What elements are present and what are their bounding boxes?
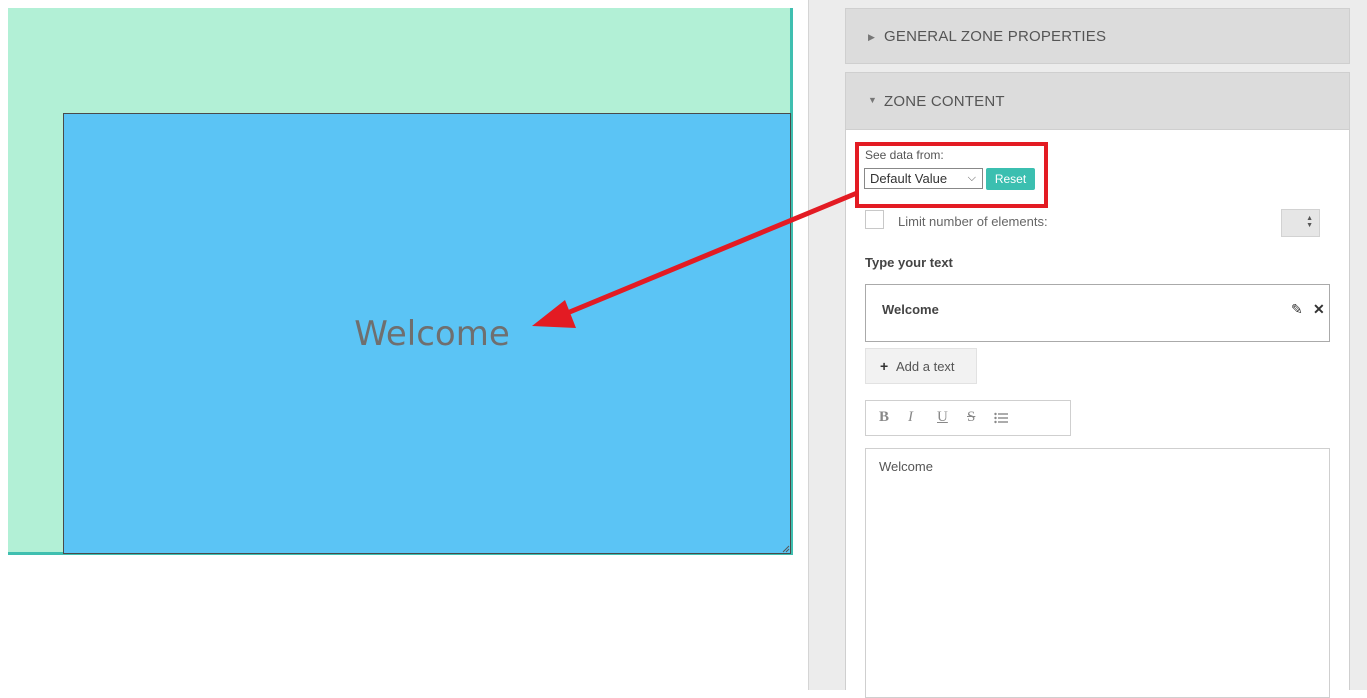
section-zone-content[interactable]: ▼ ZONE CONTENT: [845, 72, 1350, 130]
section-title: ZONE CONTENT: [884, 93, 1005, 110]
stepper-arrows-icon[interactable]: ▲ ▼: [1306, 215, 1313, 229]
canvas-area: Welcome: [0, 0, 795, 690]
annotation-highlight-box: [855, 142, 1048, 208]
text-editor[interactable]: Welcome: [865, 448, 1330, 698]
format-toolbar: B I U S: [865, 400, 1071, 436]
plus-icon: +: [880, 358, 889, 374]
section-title: GENERAL ZONE PROPERTIES: [884, 28, 1107, 45]
list-icon[interactable]: [994, 412, 1008, 424]
caret-down-icon: ▼: [868, 95, 877, 105]
strikethrough-button[interactable]: S: [967, 409, 975, 426]
text-zone[interactable]: Welcome: [63, 113, 791, 554]
underline-button[interactable]: U: [937, 409, 948, 426]
limit-number-stepper[interactable]: ▲ ▼: [1281, 209, 1320, 237]
bold-button[interactable]: B: [879, 409, 889, 426]
italic-button[interactable]: I: [908, 409, 913, 426]
text-item-label: Welcome: [882, 302, 939, 317]
caret-right-icon: ▶: [868, 32, 875, 42]
limit-checkbox[interactable]: [865, 210, 884, 229]
zone-welcome-text: Welcome: [354, 314, 510, 354]
section-general-zone-properties[interactable]: ▶ GENERAL ZONE PROPERTIES: [845, 8, 1350, 64]
text-item[interactable]: Welcome ✎ ✕: [865, 284, 1330, 342]
editor-content: Welcome: [879, 459, 933, 474]
close-icon[interactable]: ✕: [1313, 301, 1325, 318]
limit-label: Limit number of elements:: [898, 214, 1048, 229]
type-text-label: Type your text: [865, 255, 953, 270]
add-text-button[interactable]: + Add a text: [865, 348, 977, 384]
add-text-label: Add a text: [896, 359, 955, 374]
pencil-icon[interactable]: ✎: [1291, 301, 1303, 318]
resize-handle-icon[interactable]: [780, 543, 790, 553]
